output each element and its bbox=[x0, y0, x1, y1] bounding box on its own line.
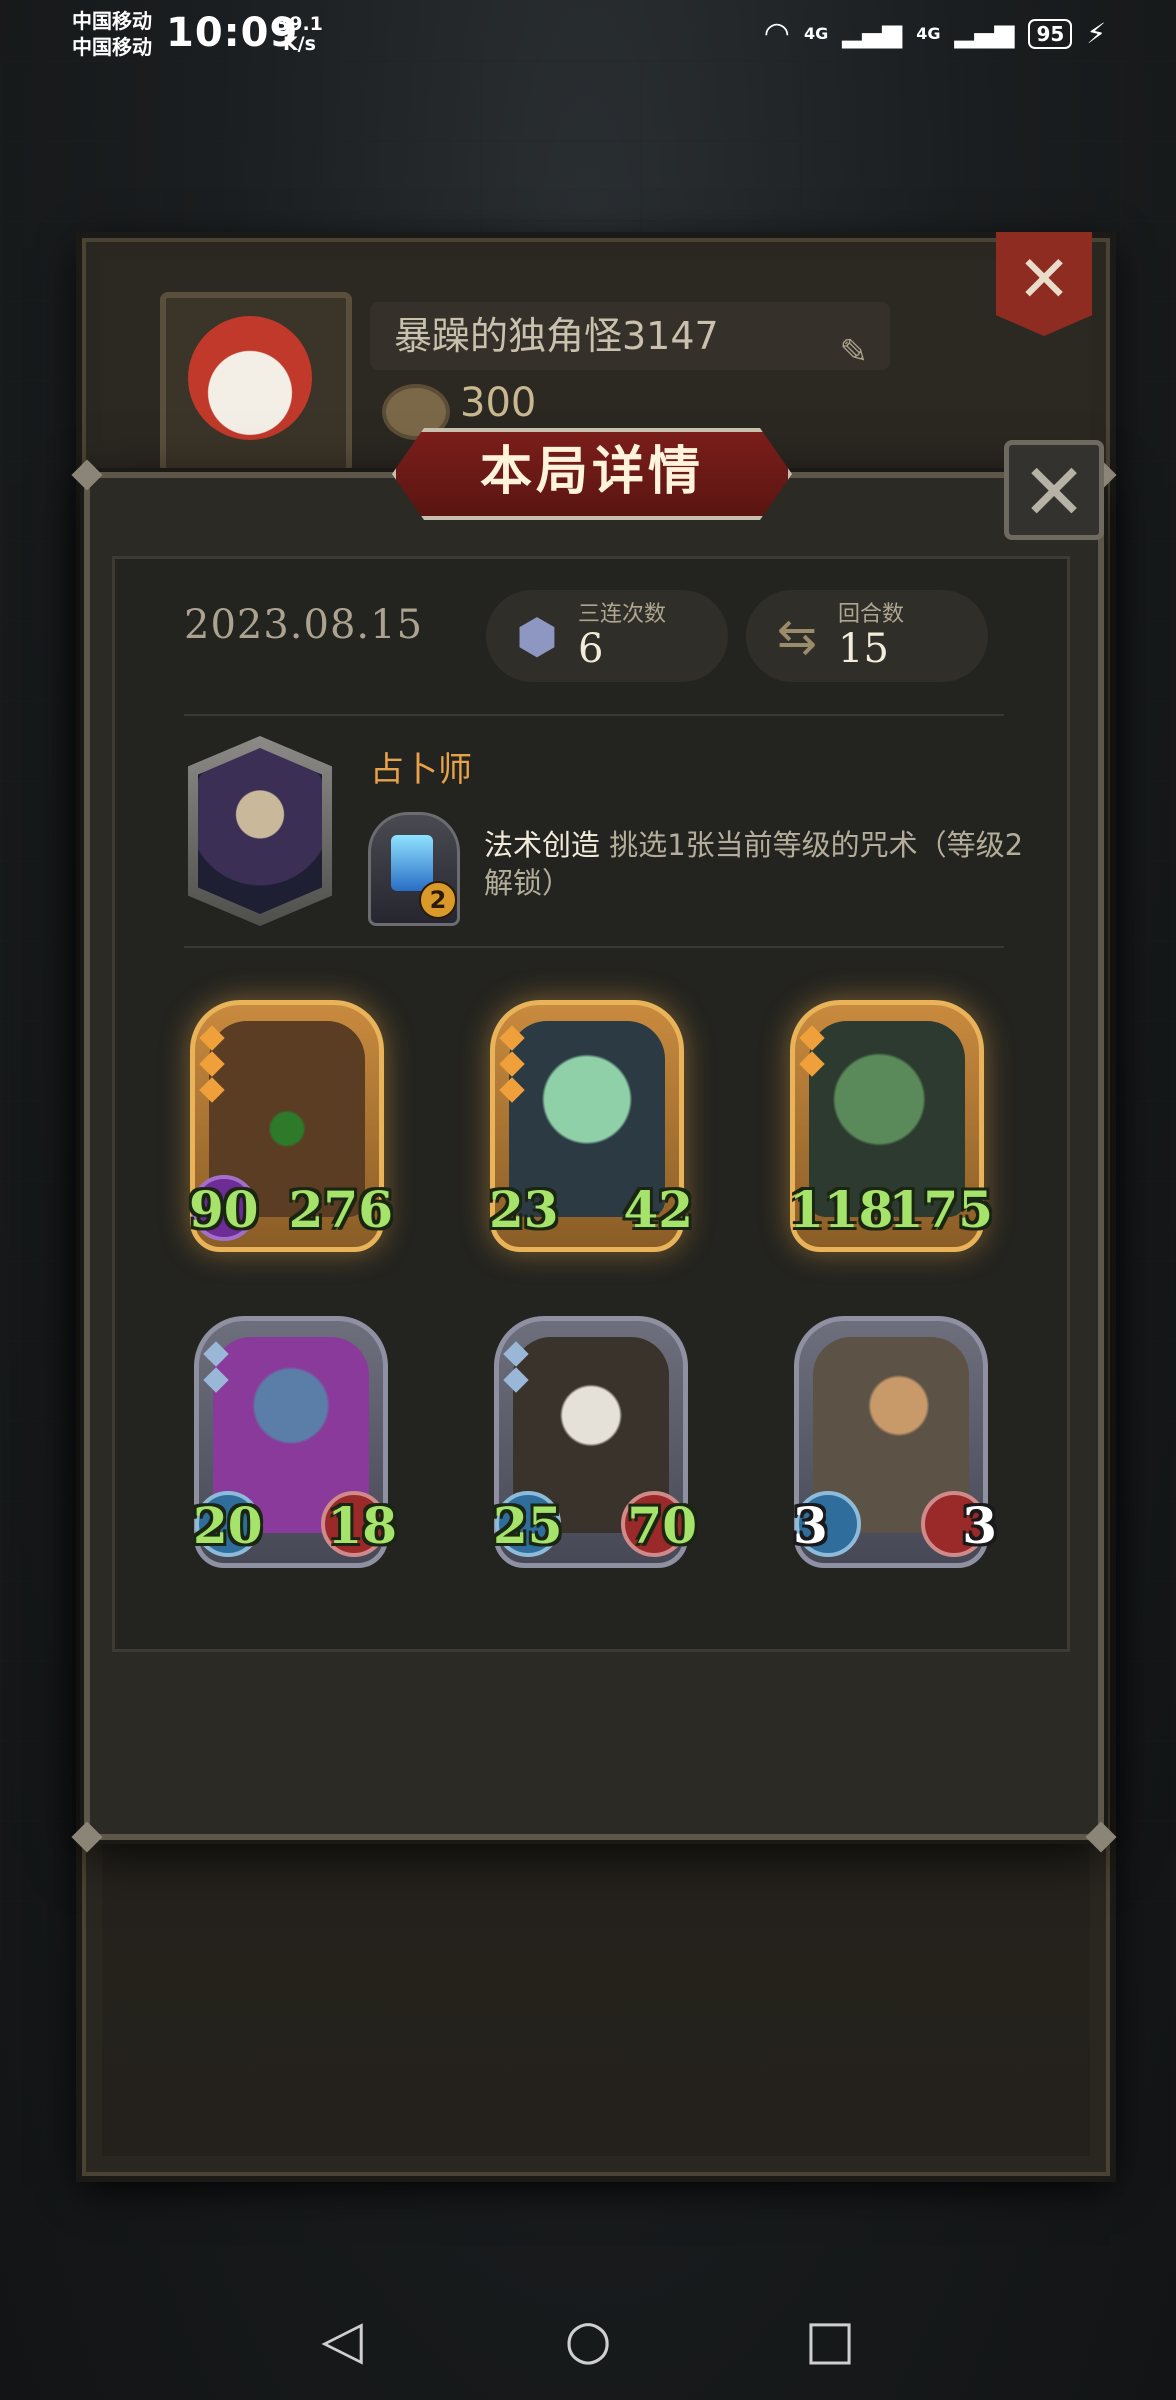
card-attack: 23 bbox=[489, 1180, 559, 1239]
hero-name: 占卜师 bbox=[370, 750, 472, 790]
divider bbox=[184, 714, 1004, 716]
stat-triple-count: ⬢ 三连次数 6 bbox=[486, 590, 728, 682]
carrier-labels: 中国移动 中国移动 bbox=[72, 8, 152, 60]
card-attack: 3 bbox=[793, 1496, 828, 1555]
modal-title: 本局详情 bbox=[392, 428, 792, 520]
card-health: 175 bbox=[888, 1180, 993, 1239]
card-health: 70 bbox=[627, 1496, 697, 1555]
card-attack: 20 bbox=[193, 1496, 263, 1555]
player-name: 暴躁的独角怪3147 bbox=[394, 314, 719, 358]
card-health: 276 bbox=[288, 1180, 393, 1239]
red-hood-girl-avatar-icon bbox=[188, 316, 312, 440]
close-button[interactable]: ✕ bbox=[1004, 440, 1104, 540]
card-health: 42 bbox=[623, 1180, 693, 1239]
coin-count: 300 bbox=[460, 380, 537, 426]
system-nav-bar: ◁ ○ □ bbox=[0, 2280, 1176, 2400]
stat-label: 三连次数 bbox=[578, 602, 667, 627]
vulture-card[interactable]: 118 175 bbox=[789, 1000, 993, 1252]
profile-avatar[interactable] bbox=[160, 292, 352, 474]
card-attack: 25 bbox=[493, 1496, 563, 1555]
network-speed: 39.1 K/s bbox=[276, 14, 323, 54]
network-1: 4G bbox=[803, 24, 829, 43]
network-2: 4G bbox=[916, 24, 941, 43]
scholar-card[interactable]: 33 bbox=[793, 1316, 997, 1568]
speed-unit: K/s bbox=[282, 33, 316, 55]
carrier-2: 中国移动 bbox=[72, 35, 152, 59]
goblin-card[interactable]: 23 42 bbox=[489, 1000, 693, 1252]
home-icon[interactable]: ○ bbox=[558, 2310, 618, 2370]
back-icon[interactable]: ◁ bbox=[312, 2310, 372, 2370]
charging-icon: ⚡ bbox=[1086, 17, 1106, 50]
stat-round-count: ⇆ 回合数 15 bbox=[746, 590, 988, 682]
hero-skill-description: 法术创造 挑选1张当前等级的咒术（等级2解锁） bbox=[484, 826, 1044, 902]
card-attack: 118 bbox=[789, 1180, 894, 1239]
signal-icon: ▂▄▆ bbox=[954, 18, 1015, 49]
carrier-1: 中国移动 bbox=[72, 9, 152, 33]
fortune-teller-portrait-icon bbox=[198, 748, 322, 914]
rabbit-mask-card[interactable]: 25 70 bbox=[493, 1316, 697, 1568]
speed-value: 39.1 bbox=[276, 13, 323, 35]
close-icon: ✕ bbox=[1021, 448, 1087, 538]
skill-level-badge: 2 bbox=[419, 881, 457, 919]
triple-merge-icon: ⬢ bbox=[516, 609, 558, 665]
player-name-field[interactable]: 暴躁的独角怪3147 ✎ bbox=[370, 302, 890, 372]
skill-name: 法术创造 bbox=[484, 828, 601, 862]
divider bbox=[184, 946, 1004, 948]
hero-portrait[interactable] bbox=[188, 736, 332, 926]
battery-level: 95 bbox=[1028, 18, 1073, 49]
stat-label: 回合数 bbox=[838, 602, 905, 627]
pencil-icon[interactable]: ✎ bbox=[840, 318, 869, 386]
stat-value: 6 bbox=[578, 626, 604, 672]
round-cycle-icon: ⇆ bbox=[776, 609, 818, 665]
spell-gem-icon bbox=[391, 835, 433, 891]
recents-icon[interactable]: □ bbox=[800, 2310, 860, 2370]
status-bar: 中国移动 中国移动 10:09 39.1 K/s ◠ 4G ▂▄▆ 4G ▂▄▆… bbox=[0, 0, 1176, 70]
card-attack: 90 bbox=[189, 1180, 259, 1239]
match-date: 2023.08.15 bbox=[184, 602, 424, 648]
mushroom-spider-card[interactable]: 20 18 bbox=[193, 1316, 397, 1568]
stat-value: 15 bbox=[838, 626, 889, 672]
spell-scroll-icon[interactable]: 2 bbox=[368, 812, 460, 926]
profile-close-button[interactable]: ✕ bbox=[996, 232, 1092, 336]
card-health: 3 bbox=[962, 1496, 997, 1555]
card-health: 18 bbox=[327, 1496, 397, 1555]
treant-card[interactable]: 90 276 bbox=[189, 1000, 393, 1252]
status-icons: ◠ 4G ▂▄▆ 4G ▂▄▆ 95 ⚡ bbox=[764, 16, 1106, 51]
signal-icon: ▂▄▆ bbox=[842, 18, 903, 49]
wifi-icon: ◠ bbox=[763, 16, 790, 51]
